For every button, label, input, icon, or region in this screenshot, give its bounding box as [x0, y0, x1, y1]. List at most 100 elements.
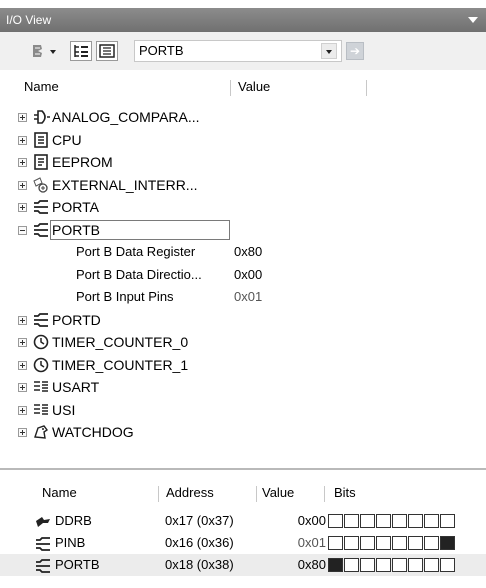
bit-checkbox[interactable] [328, 536, 343, 550]
expand-icon[interactable] [18, 338, 27, 347]
expand-icon[interactable] [18, 405, 27, 415]
expand-icon[interactable] [18, 203, 27, 212]
expand-icon[interactable] [18, 383, 27, 392]
port-icon [34, 536, 52, 551]
bit-checkbox[interactable] [392, 536, 407, 550]
list-view-icon[interactable] [96, 41, 118, 61]
eeprom-icon [32, 154, 50, 170]
bit-checkbox[interactable] [408, 558, 423, 572]
column-divider[interactable] [256, 486, 257, 502]
bit-checkbox[interactable] [408, 514, 423, 528]
tree-item-cpu[interactable]: CPU [0, 129, 486, 152]
register-value[interactable]: 0x00 [286, 510, 326, 532]
bit-checkbox[interactable] [424, 514, 439, 528]
bit-checkbox[interactable] [392, 558, 407, 572]
tree-item-label: ANALOG_COMPARA... [52, 109, 200, 125]
tree-item-usi[interactable]: USI [0, 399, 486, 422]
tree-item-eeprom[interactable]: EEPROM [0, 151, 486, 174]
tree-header-value[interactable]: Value [238, 76, 270, 98]
tree-item-label: USART [52, 379, 100, 395]
filter-icon[interactable] [30, 41, 58, 61]
tree-item-portb[interactable]: PORTB [0, 219, 486, 242]
go-button[interactable]: ➔ [346, 42, 364, 60]
column-divider[interactable] [366, 80, 367, 96]
register-name: Port B Input Pins [76, 289, 174, 304]
tree-item-label: EXTERNAL_INTERR... [52, 176, 198, 193]
register-list-header: Name Address Value Bits [0, 482, 486, 504]
expand-icon[interactable] [18, 113, 27, 122]
tree-item-watchdog[interactable]: WATCHDOG [0, 421, 486, 444]
expand-icon[interactable] [18, 315, 27, 325]
tree-item-analog-comparator[interactable]: ANALOG_COMPARA... [0, 106, 486, 129]
bit-checkbox[interactable] [440, 558, 455, 572]
expand-icon[interactable] [18, 180, 27, 190]
tree-item-external-interrupt[interactable]: EXTERNAL_INTERR... [0, 174, 486, 197]
bit-checkbox[interactable] [344, 536, 359, 550]
register-value[interactable]: 0x00 [234, 264, 262, 286]
tree-subitem[interactable]: Port B Input Pins 0x01 [0, 286, 486, 309]
tree-subitem[interactable]: Port B Data Register 0x80 [0, 241, 486, 264]
tree-subitem[interactable]: Port B Data Directio... 0x00 [0, 264, 486, 287]
port-icon [32, 312, 50, 328]
register-value[interactable]: 0x80 [234, 241, 262, 263]
tree-header-name[interactable]: Name [24, 76, 59, 98]
bit-checkbox[interactable] [376, 558, 391, 572]
tree-item-timer-counter-1[interactable]: TIMER_COUNTER_1 [0, 354, 486, 377]
register-name: Port B Data Register [76, 244, 196, 259]
collapse-icon[interactable] [18, 225, 27, 235]
timer-icon [32, 334, 50, 350]
bit-checkbox[interactable] [360, 514, 375, 528]
expand-icon[interactable] [18, 428, 27, 437]
tree-item-usart[interactable]: USART [0, 376, 486, 399]
tree-view-icon[interactable] [70, 41, 92, 61]
expand-icon[interactable] [18, 158, 27, 167]
bit-checkbox[interactable] [424, 536, 439, 550]
expand-icon[interactable] [18, 360, 27, 370]
bit-checkbox[interactable] [440, 536, 455, 550]
register-row-ddrb[interactable]: DDRB 0x17 (0x37) 0x00 [0, 510, 486, 532]
column-divider[interactable] [324, 486, 325, 502]
window-title-bar: I/O View [0, 8, 486, 32]
bit-checkbox[interactable] [376, 514, 391, 528]
column-divider[interactable] [230, 80, 231, 96]
cpu-icon [32, 131, 50, 148]
bit-checkbox[interactable] [328, 514, 343, 528]
expand-icon[interactable] [18, 135, 27, 145]
tree-item-timer-counter-0[interactable]: TIMER_COUNTER_0 [0, 331, 486, 354]
tree-item-label: PORTD [52, 311, 101, 328]
bit-checkbox[interactable] [408, 536, 423, 550]
bit-checkbox[interactable] [344, 514, 359, 528]
bit-checkbox[interactable] [376, 536, 391, 550]
bit-checkbox[interactable] [424, 558, 439, 572]
tree-item-label: WATCHDOG [52, 424, 134, 440]
register-row-pinb[interactable]: PINB 0x16 (0x36) 0x01 [0, 532, 486, 554]
register-row-portb[interactable]: PORTB 0x18 (0x38) 0x80 [0, 554, 486, 576]
window-menu-dropdown-icon[interactable] [468, 17, 478, 23]
timer-icon [32, 357, 50, 373]
column-header-name[interactable]: Name [42, 482, 77, 504]
module-select[interactable]: PORTB [134, 40, 342, 62]
window-title: I/O View [6, 13, 52, 27]
bit-checkbox[interactable] [440, 514, 455, 528]
tree-item-label: PORTB [52, 221, 100, 238]
register-name: Port B Data Directio... [76, 266, 202, 282]
tree-item-label: USI [52, 401, 76, 418]
tree-item-label: PORTA [52, 199, 99, 215]
column-header-address[interactable]: Address [166, 482, 214, 504]
tree-item-porta[interactable]: PORTA [0, 196, 486, 219]
bit-checkbox[interactable] [344, 558, 359, 572]
column-divider[interactable] [158, 486, 159, 502]
bit-checkbox[interactable] [328, 558, 343, 572]
chevron-down-icon[interactable] [321, 43, 337, 59]
tree-item-portd[interactable]: PORTD [0, 309, 486, 332]
bit-checkbox[interactable] [360, 558, 375, 572]
toolbar: PORTB ➔ [0, 32, 486, 70]
bit-field[interactable] [328, 558, 456, 580]
analog-comparator-icon [32, 109, 50, 125]
port-icon [32, 222, 50, 238]
bit-checkbox[interactable] [392, 514, 407, 528]
bit-checkbox[interactable] [360, 536, 375, 550]
register-value[interactable]: 0x80 [286, 554, 326, 576]
column-header-value[interactable]: Value [262, 482, 294, 504]
column-header-bits[interactable]: Bits [334, 482, 356, 504]
